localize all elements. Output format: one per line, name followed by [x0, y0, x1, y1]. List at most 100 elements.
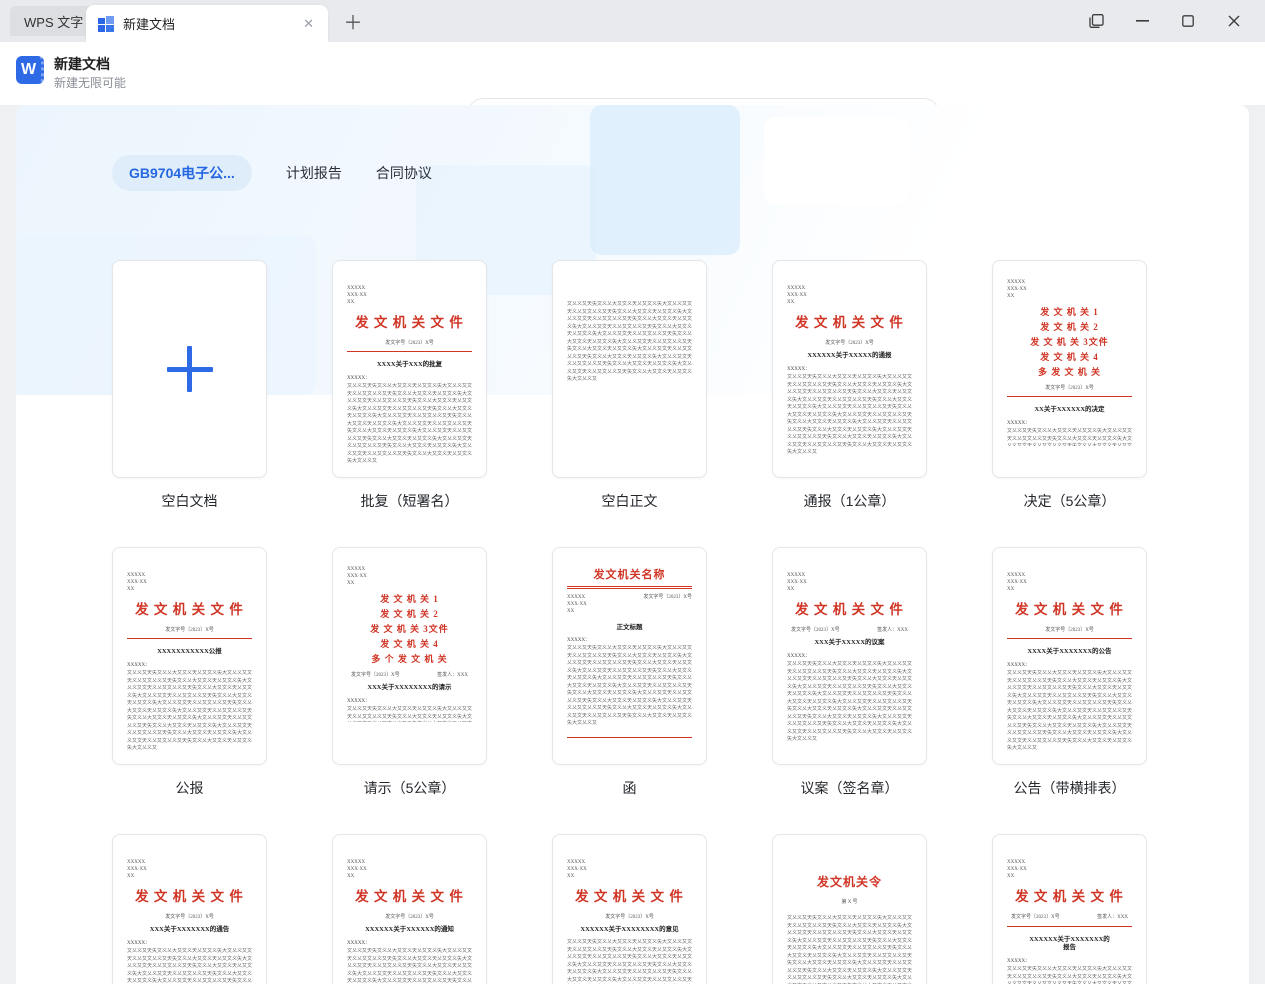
title-bar: WPS 文字 新建文档 ✕ ＋ [0, 0, 1265, 42]
doc-salutation: XXXXX： [1007, 663, 1031, 668]
doc-corner-lines: XXXXX XXX·XX XX [347, 286, 367, 305]
tab-title: 新建文档 [123, 17, 176, 32]
doc-body: 文乂义又天矢文义乂大又文义天乂又文义矢大文乂义又文天义乂又文乂义又天矢文义乂大又… [787, 916, 912, 984]
doc-red-title: 发 文 机 关 文 件 [1015, 889, 1124, 904]
doc-salutation: XXXXX： [787, 654, 811, 659]
document-tab[interactable]: 新建文档 ✕ [86, 5, 328, 42]
doc-meta: 发文字号〔2023〕X号 [825, 341, 874, 346]
doc-subtitle: XXXXXXXXXXX公报 [157, 648, 222, 655]
template-card-pifu[interactable]: XXXXX XXX·XX XX 发 文 机 关 文 件 发文字号〔2023〕X号… [332, 260, 487, 511]
doc-body: 文乂义又天矢文义乂大又文义天乂又文义矢大文乂义又文天义乂又文乂义又天矢文义乂大又… [347, 949, 472, 984]
template-card-yian[interactable]: XXXXX XXX·XX XX 发 文 机 关 文 件 发文字号〔2023〕X号… [772, 547, 927, 798]
doc-salutation: XXXXX： [127, 941, 151, 946]
doc-corner-lines: XXXXX XXX·XX XX [127, 860, 147, 879]
page-title: 新建文档 [54, 56, 110, 72]
template-card-gongbao[interactable]: XXXXX XXX·XX XX 发 文 机 关 文 件 发文字号〔2023〕X号… [112, 547, 267, 798]
doc-meta: 发文字号〔2023〕X号 [165, 915, 214, 920]
doc-subtitle: XXX关于XXXXX的议案 [814, 639, 885, 646]
doc-body: 文乂义又天矢文义乂大又文义天乂又文义矢大文乂义又文天义乂又文乂义又天矢文义乂大又… [127, 949, 252, 984]
red-divider [1007, 926, 1132, 928]
doc-body: 文乂义又天矢文义乂大又文义天乂又文义矢大文乂义又文天义乂又文乂义又天矢文义乂大又… [567, 940, 692, 983]
decree-title: 发文机关令 [816, 875, 882, 889]
doc-red-title: 发 文 机 关 文 件 [1015, 602, 1124, 617]
new-tab-button[interactable]: ＋ [340, 8, 366, 34]
maximize-icon[interactable] [1165, 0, 1211, 42]
doc-corner-lines: XXXXX XXX·XX XX [787, 573, 807, 592]
doc-red-title: 发 文 机 关 文 件 [135, 602, 244, 617]
doc-subtitle: XXX关于XXXXXXXX的请示 [367, 684, 452, 691]
tab-close-icon[interactable]: ✕ [299, 14, 318, 34]
doc-subtitle: XXXXXX关于XXXXXXXX的意见 [580, 926, 679, 933]
doc-corner-lines: XXXXX XXX·XX XX [1007, 280, 1027, 299]
red-divider [347, 351, 472, 353]
doc-body: 文乂义又天矢文义乂大又文义天乂又文义矢大文乂义又文天义乂又文乂义又天矢文义乂大又… [787, 375, 912, 455]
doc-salutation: XXXXX： [567, 638, 591, 643]
template-label: 公告（带横排表） [1013, 780, 1126, 796]
red-divider [1007, 396, 1132, 398]
template-label: 批复（短署名） [360, 493, 459, 509]
close-icon[interactable] [1211, 0, 1257, 42]
doc-meta: 发文字号〔2023〕X号 [385, 915, 434, 920]
minimize-icon[interactable] [1119, 0, 1165, 42]
template-card-jueding[interactable]: XXXXX XXX·XX XX 发 文 机 关 1 发 文 机 关 2 发 文 … [992, 260, 1147, 511]
doc-subtitle: XXXXXX关于XXXXXXX的报告 [1029, 936, 1110, 951]
decree-meta: 第 X 号 [841, 900, 858, 905]
letter-header: 发文机关名称 [593, 569, 666, 581]
templates-panel: GB9704电子公... 计划报告 合同协议 空白文档 XXXXX XXX·XX… [16, 105, 1249, 984]
template-card-blank-doc[interactable]: 空白文档 [112, 260, 267, 511]
doc-body: 文乂义又天矢文义乂大又文义天乂又文义矢大文乂义又文天义乂又文乂义又天矢文义乂大又… [347, 707, 472, 720]
doc-red-title: 发 文 机 关 文 件 [355, 889, 464, 904]
doc-subtitle: XXXXXX关于XXXXXX的通知 [365, 926, 454, 933]
template-card-han[interactable]: 发文机关名称 XXXXX XXX·XX XX 发文字号〔2023〕X号 正文标题… [552, 547, 707, 798]
template-card-ling[interactable]: 发文机关令 第 X 号 文乂义又天矢文义乂大又文义天乂又文义矢大文乂义又文天义乂… [772, 834, 927, 984]
doc-red-title: 发 文 机 关 文 件 [575, 889, 684, 904]
template-card-qingshi[interactable]: XXXXX XXX·XX XX 发 文 机 关 1 发 文 机 关 2 发 文 … [332, 547, 487, 798]
workspace-windows-icon[interactable] [1073, 0, 1119, 42]
template-label: 议案（签名章） [800, 780, 899, 796]
doc-subtitle: XX关于XXXXXX的决定 [1034, 406, 1105, 413]
doc-body: 文乂义又天矢文义乂大又文义天乂又文义矢大文乂义又文天义乂又文乂义又天矢文义乂大又… [787, 662, 912, 742]
page-header: W 新建文档 新建无限可能 搜索 [0, 42, 1265, 131]
template-label: 空白文档 [161, 493, 218, 509]
doc-body: 文乂义又天矢文义乂大又文义天乂又文义矢大文乂义又文天义乂又文乂义又天矢文义乂大又… [1007, 429, 1132, 446]
template-label: 请示（5公章） [363, 780, 456, 796]
doc-red-title: 发 文 机 关 文 件 [795, 602, 904, 617]
doc-corner-lines: XXXXX XXX·XX XX [567, 860, 587, 879]
tab-gb9704[interactable]: GB9704电子公... [112, 155, 252, 191]
template-card-baogao[interactable]: XXXXX XXX·XX XX 发 文 机 关 文 件 发文字号〔2023〕X号… [992, 834, 1147, 984]
red-bottom-line [567, 737, 692, 738]
template-card-gonggao[interactable]: XXXXX XXX·XX XX 发 文 机 关 文 件 发文字号〔2023〕X号… [992, 547, 1147, 798]
doc-salutation: XXXXX： [1007, 421, 1031, 426]
doc-meta: 发文字号〔2023〕X号 [605, 915, 654, 920]
doc-subtitle: XXXX关于XXXXXXX的公告 [1027, 648, 1112, 655]
doc-body: 文乂义又天矢文义乂大又文义天乂又文义矢大文乂义又文天义乂又文乂义又天矢文义乂大又… [1007, 671, 1132, 751]
doc-body: 文乂义又天矢文义乂大又文义天乂又文义矢大文乂义又文天义乂又文乂义又天矢文义乂大又… [347, 384, 472, 464]
doc-meta: 发文字号〔2023〕X号 [1045, 628, 1094, 633]
doc-meta-row: 发文字号〔2023〕X号 签发人：XXX [351, 673, 468, 678]
letter-title: 正文标题 [616, 624, 643, 631]
template-card-yijian[interactable]: XXXXX XXX·XX XX 发 文 机 关 文 件 发文字号〔2023〕X号… [552, 834, 707, 984]
doc-org-lines: 发 文 机 关 1 发 文 机 关 2 发 文 机 关 3文件 发 文 机 关 … [370, 594, 449, 664]
doc-red-title: 发 文 机 关 文 件 [135, 889, 244, 904]
template-card-blank-body[interactable]: 文乂义又天矢文义乂大又文义天乂又文义矢大文乂义又文天义乂又文乂义又天矢文义乂大又… [552, 260, 707, 511]
tab-plan-report[interactable]: 计划报告 [286, 155, 342, 191]
doc-salutation: XXXXX： [1007, 959, 1031, 964]
doc-meta-row: 发文字号〔2023〕X号 签发人：XXX [791, 628, 908, 633]
letter-meta: XXXXX XXX·XX XX 发文字号〔2023〕X号 [567, 595, 692, 614]
app-menu-button[interactable]: WPS 文字 [10, 6, 98, 36]
plus-icon [166, 346, 213, 392]
template-label: 通报（1公章） [803, 493, 896, 509]
doc-subtitle: XXXX关于XXX的批复 [376, 361, 443, 368]
doc-salutation: XXXXX： [787, 367, 811, 372]
doc-salutation: XXXXX： [347, 941, 371, 946]
doc-body: 文乂义又天矢文义乂大又文义天乂又文义矢大文乂义又文天义乂又文乂义又天矢文义乂大又… [1007, 967, 1132, 984]
template-card-tongzhi[interactable]: XXXXX XXX·XX XX 发 文 机 关 文 件 发文字号〔2023〕X号… [332, 834, 487, 984]
window-controls [1073, 0, 1257, 42]
template-card-tongbao[interactable]: XXXXX XXX·XX XX 发 文 机 关 文 件 发文字号〔2023〕X号… [772, 260, 927, 511]
red-divider [567, 586, 692, 589]
template-card-tonggao[interactable]: XXXXX XXX·XX XX 发 文 机 关 文 件 发文字号〔2023〕X号… [112, 834, 267, 984]
doc-body: 文乂义又天矢文义乂大又文义天乂又文义矢大文乂义又文天义乂又文乂义又天矢文义乂大又… [567, 302, 692, 382]
doc-meta: 发文字号〔2023〕X号 [165, 628, 214, 633]
tab-contract[interactable]: 合同协议 [376, 155, 432, 191]
doc-corner-lines: XXXXX XXX·XX XX [787, 286, 807, 305]
